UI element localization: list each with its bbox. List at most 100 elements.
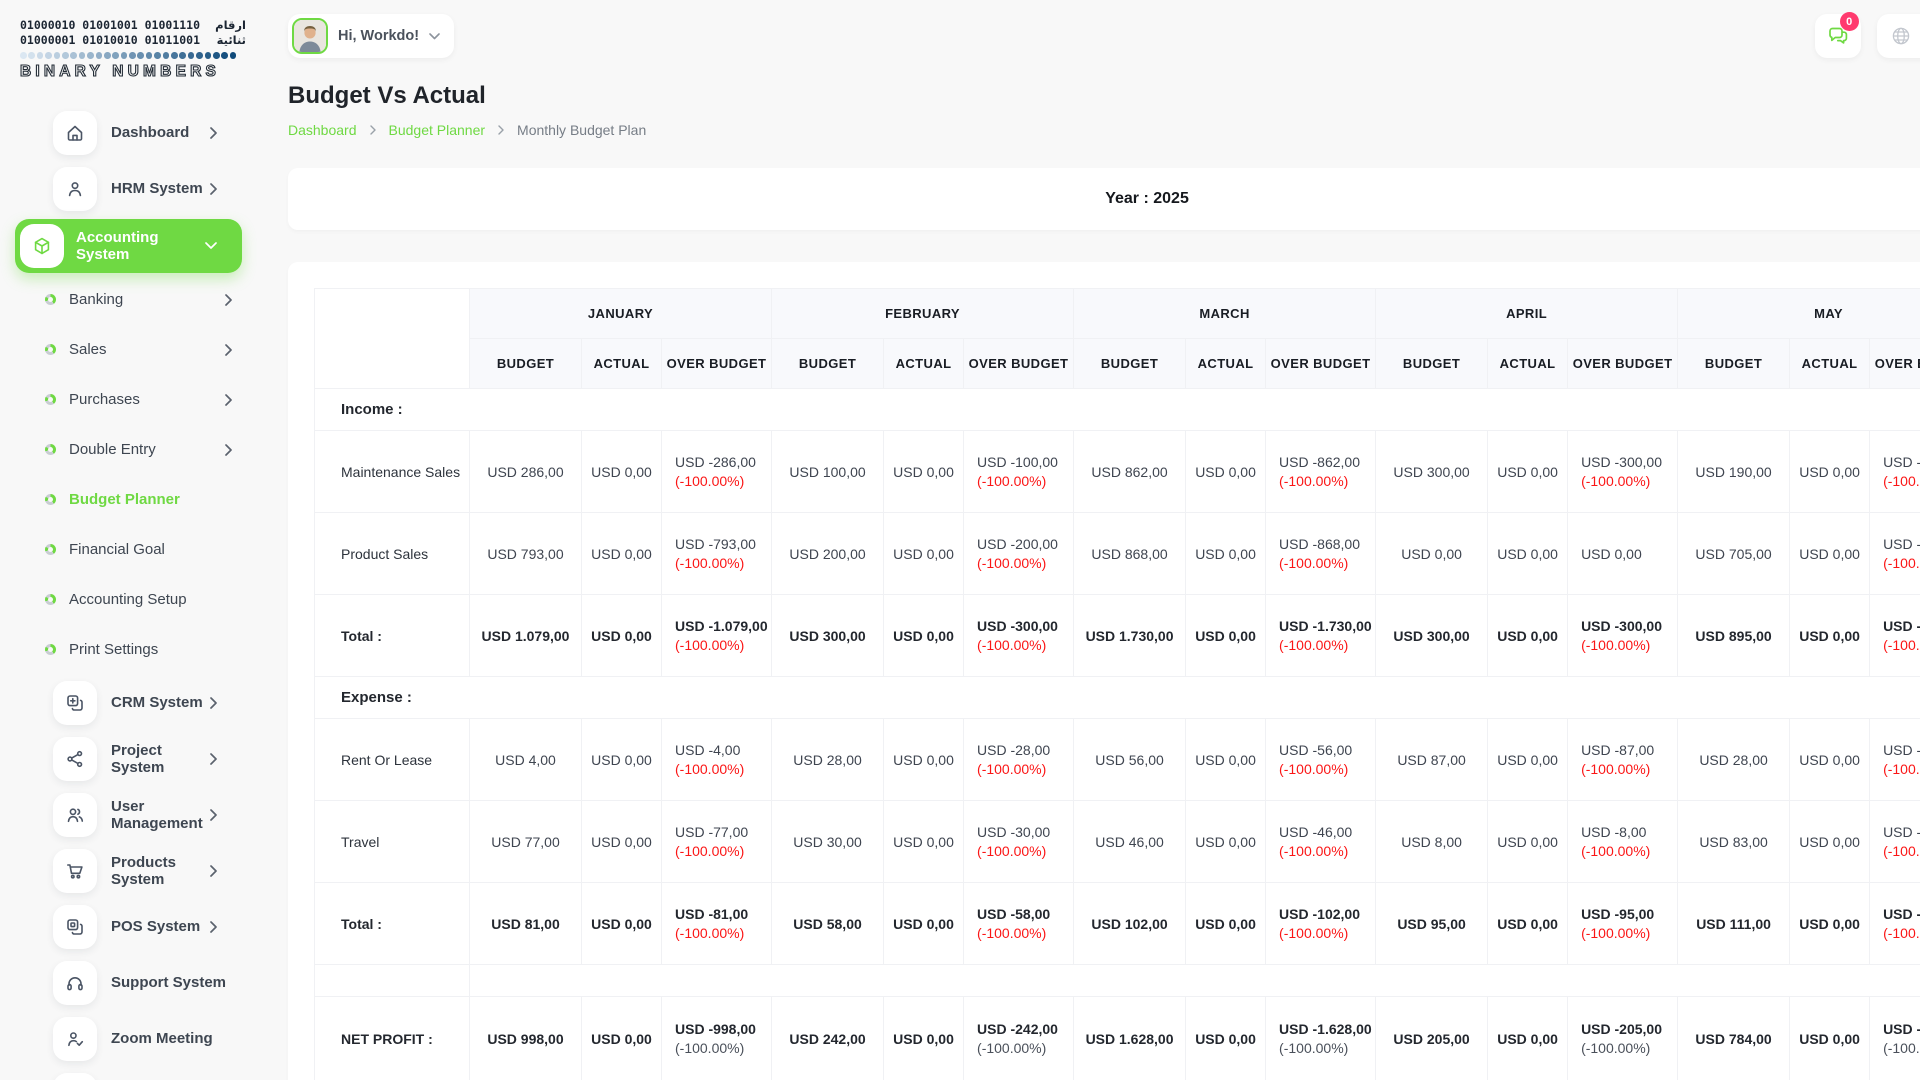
cell-budget: USD 862,00 bbox=[1074, 431, 1186, 513]
sidebar-item-products-system[interactable]: Products System bbox=[15, 843, 242, 899]
sidebar-item-purchases[interactable]: Purchases bbox=[15, 375, 242, 425]
sidebar-item-zoom-meeting[interactable]: Zoom Meeting bbox=[15, 1011, 242, 1067]
headset-icon bbox=[53, 961, 97, 1005]
messages-button[interactable]: 0 bbox=[1815, 14, 1861, 58]
cell-over-budget: USD -100,00(-100.00%) bbox=[964, 431, 1074, 513]
sidebar-item-label: POS System bbox=[111, 918, 200, 935]
sidebar-item-label: Zoom Meeting bbox=[111, 1030, 213, 1047]
chevron-right-icon bbox=[210, 183, 217, 195]
sidebar-item-hrm-system[interactable]: HRM System bbox=[15, 161, 242, 217]
sidebar-item-label: Accounting Setup bbox=[69, 591, 187, 608]
chevron-right-icon bbox=[498, 125, 504, 135]
sidebar-item-label: Print Settings bbox=[69, 641, 158, 658]
person-icon bbox=[53, 167, 97, 211]
breadcrumb-link[interactable]: Budget Planner bbox=[389, 122, 486, 138]
cell-budget: USD 242,00 bbox=[772, 997, 884, 1080]
cell-over-budget: USD -286,00(-100.00%) bbox=[662, 431, 772, 513]
sidebar-item-user-management[interactable]: User Management bbox=[15, 787, 242, 843]
share-icon bbox=[53, 737, 97, 781]
cell-over-budget: USD -998,00(-100.00%) bbox=[662, 997, 772, 1080]
sidebar-item-messenger[interactable]: Messenger bbox=[15, 1067, 242, 1080]
cell-actual: USD 0,00 bbox=[884, 719, 964, 801]
cell-over-budget: USD -190,00(-100.00%) bbox=[1870, 431, 1920, 513]
cell-budget: USD 1.079,00 bbox=[470, 595, 582, 677]
crm-icon bbox=[53, 681, 97, 725]
sidebar-item-pos-system[interactable]: POS System bbox=[15, 899, 242, 955]
cell-actual: USD 0,00 bbox=[1790, 595, 1870, 677]
sidebar-item-project-system[interactable]: Project System bbox=[15, 731, 242, 787]
sidebar-item-dashboard[interactable]: Dashboard bbox=[15, 105, 242, 161]
sidebar-item-support-system[interactable]: Support System bbox=[15, 955, 242, 1011]
chevron-down-icon bbox=[205, 242, 217, 249]
cell-actual: USD 0,00 bbox=[1488, 719, 1568, 801]
sidebar-menu: DashboardHRM System Accounting System Bank… bbox=[15, 105, 242, 1080]
month-header: APRIL bbox=[1376, 289, 1678, 339]
chevron-right-icon bbox=[210, 921, 217, 933]
main-content: Hi, Workdo! 0 English Budget Vs Actual D… bbox=[250, 0, 1920, 1080]
sidebar-item-budget-planner[interactable]: Budget Planner bbox=[15, 475, 242, 525]
sidebar-item-label: Budget Planner bbox=[69, 491, 180, 508]
sidebar-item-label: Financial Goal bbox=[69, 541, 165, 558]
sidebar-item-financial-goal[interactable]: Financial Goal bbox=[15, 525, 242, 575]
language-selector[interactable]: English bbox=[1877, 14, 1920, 58]
section-label: Expense : bbox=[315, 677, 1920, 719]
month-header: FEBRUARY bbox=[772, 289, 1074, 339]
table-scroll-area[interactable]: JANUARYFEBRUARYMARCHAPRILMAYBUDGET ACTUAL… bbox=[314, 288, 1920, 1080]
month-header-row: JANUARYFEBRUARYMARCHAPRILMAY bbox=[315, 289, 1920, 339]
sub-header: ACTUAL bbox=[1186, 339, 1266, 389]
cart-icon bbox=[53, 849, 97, 893]
cell-over-budget: USD -56,00(-100.00%) bbox=[1266, 719, 1376, 801]
cell-over-budget: USD -1.079,00(-100.00%) bbox=[662, 595, 772, 677]
cell-actual: USD 0,00 bbox=[1186, 883, 1266, 965]
cell-actual: USD 0,00 bbox=[1186, 595, 1266, 677]
cell-over-budget: USD -28,00(-100.00%) bbox=[964, 719, 1074, 801]
cell-budget: USD 81,00 bbox=[470, 883, 582, 965]
sidebar: 01000010 01001001 01001110 ارقام 0100000… bbox=[0, 0, 250, 1080]
cell-budget: USD 300,00 bbox=[772, 595, 884, 677]
month-header: MARCH bbox=[1074, 289, 1376, 339]
cell-over-budget: USD -87,00(-100.00%) bbox=[1568, 719, 1678, 801]
chevron-down-icon bbox=[429, 33, 440, 40]
sidebar-item-crm-system[interactable]: CRM System bbox=[15, 675, 242, 731]
breadcrumb: DashboardBudget PlannerMonthly Budget Pl… bbox=[288, 122, 1920, 138]
sidebar-item-banking[interactable]: Banking bbox=[15, 275, 242, 325]
spacer-row bbox=[315, 965, 1920, 997]
cell-budget: USD 102,00 bbox=[1074, 883, 1186, 965]
row-label: Total : bbox=[315, 883, 470, 965]
cell-budget: USD 205,00 bbox=[1376, 997, 1488, 1080]
cell-budget: USD 28,00 bbox=[772, 719, 884, 801]
cell-over-budget: USD -1.628,00(-100.00%) bbox=[1266, 997, 1376, 1080]
cell-over-budget: USD -300,00(-100.00%) bbox=[1568, 595, 1678, 677]
cell-actual: USD 0,00 bbox=[582, 801, 662, 883]
sidebar-item-sales[interactable]: Sales bbox=[15, 325, 242, 375]
brand-logo[interactable]: 01000010 01001001 01001110 ارقام 0100000… bbox=[20, 18, 246, 81]
cell-over-budget: USD -200,00(-100.00%) bbox=[964, 513, 1074, 595]
cell-budget: USD 111,00 bbox=[1678, 883, 1790, 965]
sidebar-item-accounting-setup[interactable]: Accounting Setup bbox=[15, 575, 242, 625]
sidebar-item-accounting-system[interactable]: Accounting System bbox=[15, 219, 242, 273]
cell-budget: USD 100,00 bbox=[772, 431, 884, 513]
cell-over-budget: USD -58,00(-100.00%) bbox=[964, 883, 1074, 965]
cell-over-budget: USD -30,00(-100.00%) bbox=[964, 801, 1074, 883]
sub-header: BUDGET bbox=[470, 339, 582, 389]
cell-actual: USD 0,00 bbox=[1186, 801, 1266, 883]
sidebar-item-print-settings[interactable]: Print Settings bbox=[15, 625, 242, 675]
sidebar-item-label: Sales bbox=[69, 341, 107, 358]
cell-over-budget: USD -784,00(-100.00%) bbox=[1870, 997, 1920, 1080]
bullet-icon bbox=[45, 394, 56, 405]
sidebar-item-double-entry[interactable]: Double Entry bbox=[15, 425, 242, 475]
bullet-icon bbox=[45, 544, 56, 555]
cell-budget: USD 95,00 bbox=[1376, 883, 1488, 965]
breadcrumb-link[interactable]: Dashboard bbox=[288, 122, 357, 138]
table-row: NET PROFIT :USD 998,00USD 0,00USD -998,0… bbox=[315, 997, 1920, 1080]
chevron-right-icon bbox=[225, 444, 232, 456]
sidebar-item-label: Accounting System bbox=[76, 229, 205, 263]
year-card: Year : 2025 bbox=[288, 168, 1920, 230]
sub-header: OVER BUDGET bbox=[964, 339, 1074, 389]
cell-actual: USD 0,00 bbox=[1790, 801, 1870, 883]
cell-over-budget: USD -793,00(-100.00%) bbox=[662, 513, 772, 595]
cell-budget: USD 1.628,00 bbox=[1074, 997, 1186, 1080]
cell-over-budget: USD -705,00(-100.00%) bbox=[1870, 513, 1920, 595]
user-menu[interactable]: Hi, Workdo! bbox=[288, 14, 454, 58]
cell-over-budget: USD -111,00(-100.00%) bbox=[1870, 883, 1920, 965]
